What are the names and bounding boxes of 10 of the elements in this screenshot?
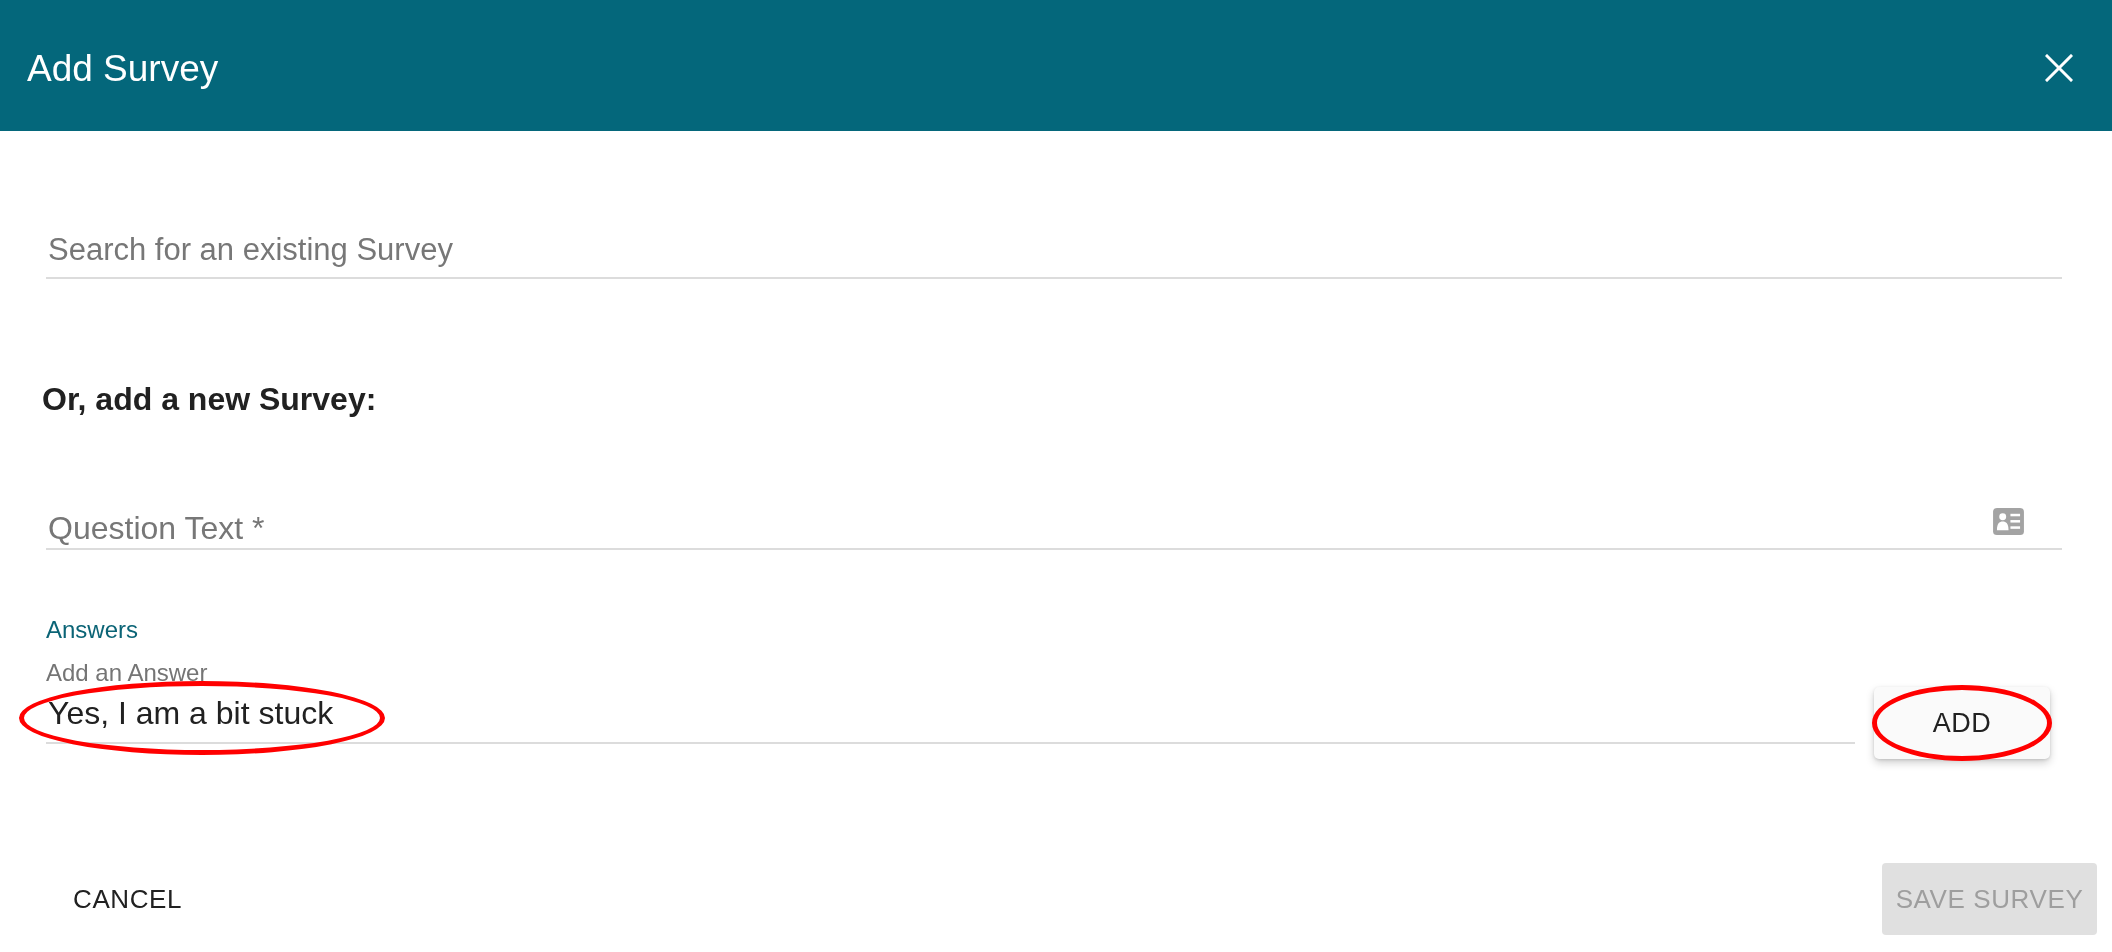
dialog-title: Add Survey: [27, 47, 219, 90]
floating-label: Add an Answer: [46, 660, 208, 685]
answers-label: Answers: [46, 616, 140, 644]
section-heading: Or, add a new Survey:: [42, 381, 378, 417]
cancel-button[interactable]: CANCEL: [46, 863, 210, 935]
search-field[interactable]: Search for an existing Survey: [46, 223, 2062, 279]
close-icon: [2045, 53, 2073, 82]
close-button[interactable]: [2045, 53, 2073, 82]
contact-card-icon: [1993, 508, 2024, 535]
answer-field[interactable]: Yes, I am a bit stuck: [46, 685, 1855, 744]
